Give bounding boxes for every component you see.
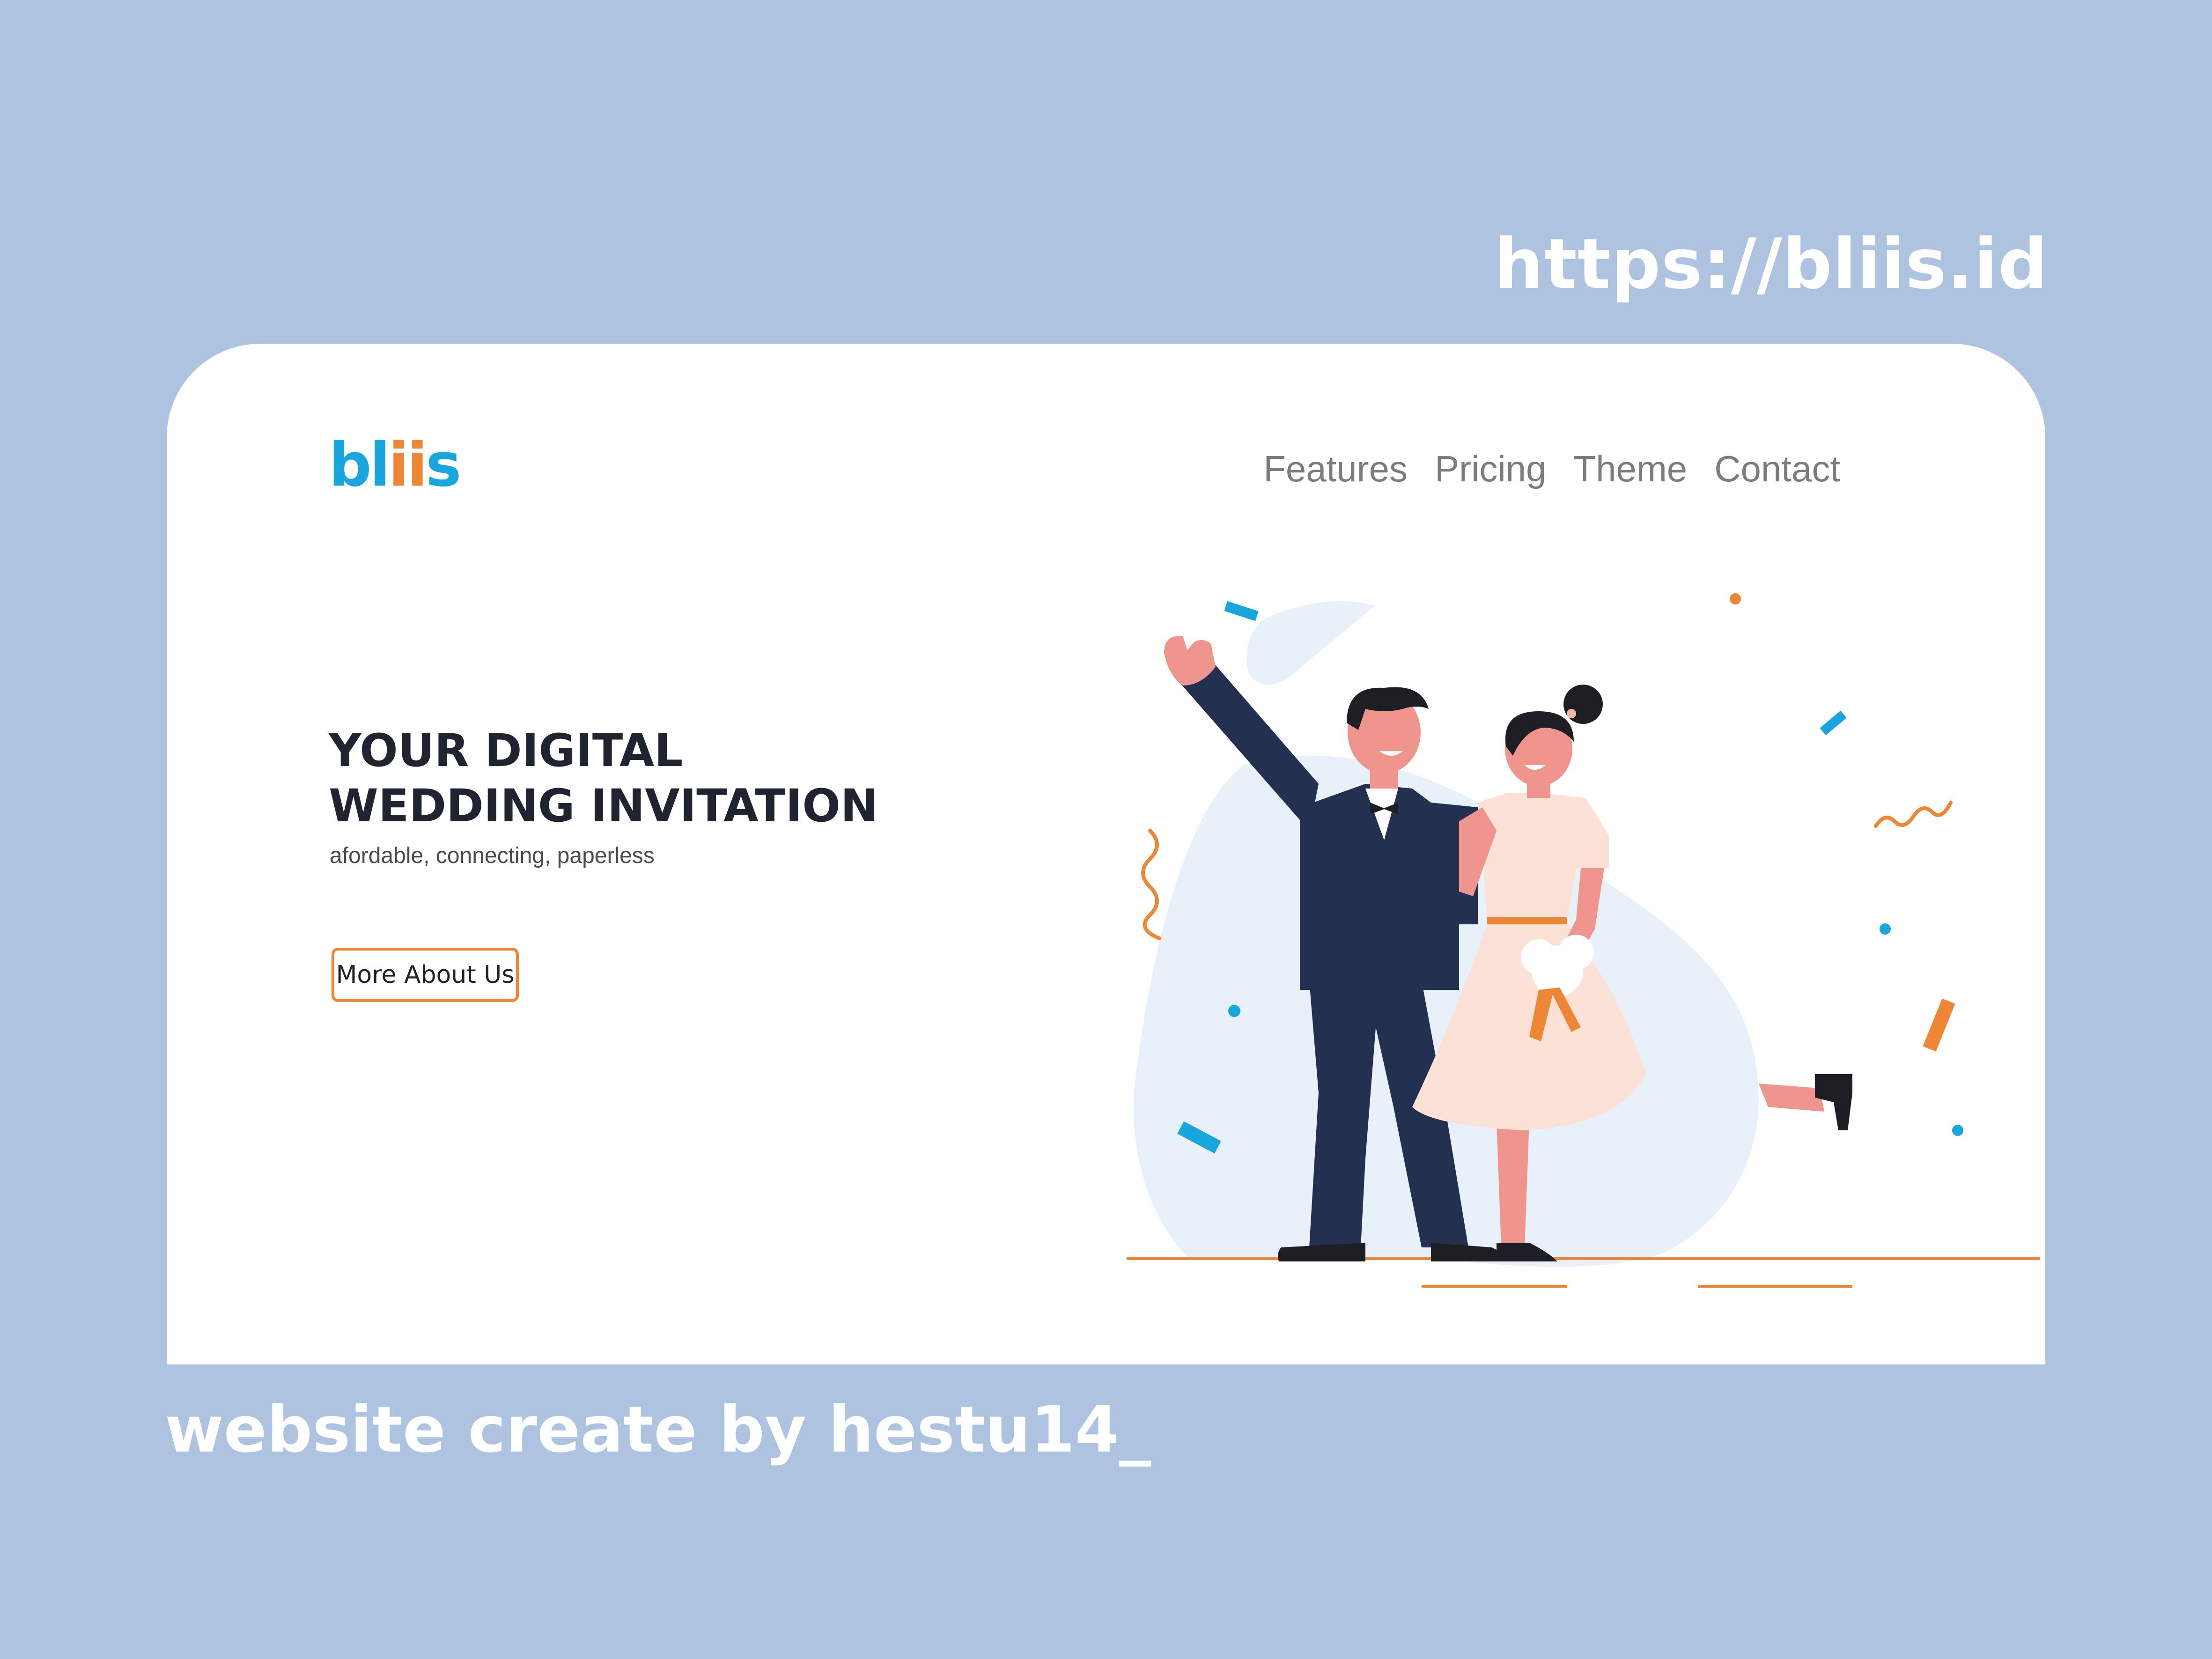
bride-hair-bun <box>1563 685 1603 724</box>
confetti-blue-dot-3 <box>1952 1125 1963 1136</box>
nav-features[interactable]: Features <box>1263 448 1408 490</box>
wedding-couple-illustration-icon <box>1127 593 2040 1288</box>
confetti-blue-dot-1 <box>1880 923 1891 935</box>
bride-leg-standing <box>1497 1121 1529 1247</box>
hero-subtitle: afordable, connecting, paperless <box>330 843 655 868</box>
confetti-orange-squiggle-2 <box>1141 829 1161 940</box>
logo-text-suffix: s <box>426 430 461 500</box>
logo-text-prefix: bl <box>329 430 390 500</box>
background-blob-small <box>1246 601 1375 685</box>
confetti-blue-dot-2 <box>1228 1005 1240 1017</box>
bliis-logo[interactable]: bliis <box>329 435 461 495</box>
bride-hair-pin <box>1567 709 1576 718</box>
bouquet-flower-3 <box>1558 935 1594 970</box>
bride-leg-raised <box>1759 1084 1824 1112</box>
showcase-stage: https://bliis.id bliis Features Pricing … <box>0 0 2212 1659</box>
main-nav: Features Pricing Theme Contact <box>1263 448 1840 490</box>
more-about-us-button[interactable]: More About Us <box>332 948 519 1002</box>
bouquet-flower-2 <box>1521 939 1556 975</box>
author-credit: website create by hestu14_ <box>165 1393 1151 1467</box>
nav-theme[interactable]: Theme <box>1573 448 1687 490</box>
confetti-blue-2 <box>1820 710 1847 736</box>
confetti-orange-2 <box>1923 998 1955 1052</box>
site-url-caption: https://bliis.id <box>1494 224 2048 304</box>
confetti-orange-dot-1 <box>1730 593 1741 605</box>
hero-title-line-2: WEDDING INVITATION <box>329 780 878 832</box>
hero-title-line-1: YOUR DIGITAL <box>329 724 683 777</box>
website-preview-card: bliis Features Pricing Theme Contact YOU… <box>167 344 2045 1364</box>
hero-title: YOUR DIGITAL WEDDING INVITATION <box>329 723 1031 833</box>
confetti-orange-squiggle-1 <box>1874 801 1953 828</box>
confetti-blue-1 <box>1224 601 1259 621</box>
nav-contact[interactable]: Contact <box>1714 448 1840 490</box>
nav-pricing[interactable]: Pricing <box>1435 448 1546 490</box>
logo-text-accent: ii <box>388 430 428 500</box>
